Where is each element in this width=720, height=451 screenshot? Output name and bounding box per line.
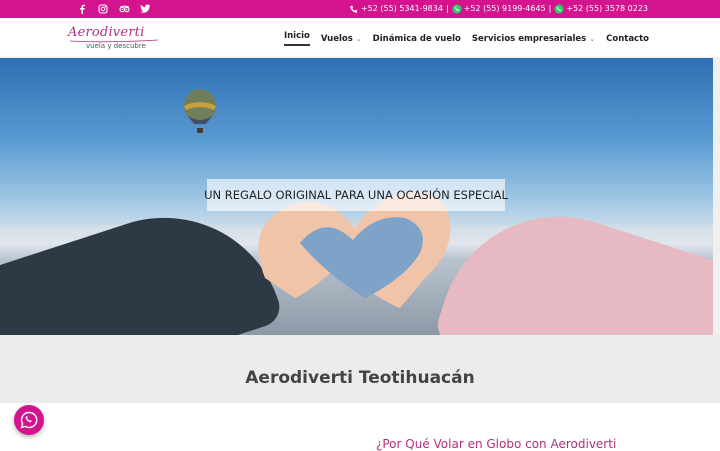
nav-item-inicio[interactable]: Inicio: [283, 31, 310, 46]
twitter-icon[interactable]: [139, 3, 151, 15]
phone-separator: |: [548, 4, 552, 13]
whatsapp-icon: [452, 4, 462, 14]
phone-3[interactable]: +52 (55) 3578 0223: [566, 3, 648, 15]
nav-item-dinamica[interactable]: Dinámica de vuelo: [373, 31, 461, 46]
phone-icon: [349, 4, 359, 14]
hero-caption: UN REGALO ORIGINAL PARA UNA OCASIÓN ESPE…: [204, 179, 508, 211]
logo-script: Aerodiverti: [68, 25, 145, 40]
nav-menu: Inicio Vuelos ⌄ Dinámica de vuelo Servic…: [283, 31, 649, 46]
facebook-icon[interactable]: [76, 3, 88, 15]
chevron-down-icon: ⌄: [355, 34, 362, 43]
nav-item-label: Vuelos: [320, 33, 353, 44]
tripadvisor-icon[interactable]: [118, 3, 130, 15]
title-band: Aerodiverti Teotihuacán: [0, 335, 720, 403]
phone-separator: |: [445, 4, 449, 13]
chevron-down-icon: ⌄: [589, 34, 596, 43]
social-links: [76, 3, 151, 15]
site-logo[interactable]: Aerodiverti vuela y descubre: [68, 25, 160, 53]
hero-banner: UN REGALO ORIGINAL PARA UNA OCASIÓN ESPE…: [0, 58, 713, 335]
nav-item-label: Contacto: [606, 33, 649, 44]
phone-1[interactable]: +52 (55) 5341-9834: [361, 3, 443, 15]
nav-item-contacto[interactable]: Contacto: [606, 31, 649, 46]
whatsapp-icon: [554, 4, 564, 14]
top-bar: +52 (55) 5341-9834 | +52 (55) 9199-4645 …: [0, 0, 720, 18]
phone-2[interactable]: +52 (55) 9199-4645: [464, 3, 546, 15]
whatsapp-chat-button[interactable]: [14, 405, 44, 435]
hero-edge: [713, 58, 720, 335]
nav-item-servicios[interactable]: Servicios empresariales ⌄: [472, 31, 595, 46]
nav-item-vuelos[interactable]: Vuelos ⌄: [321, 31, 362, 46]
nav-item-label: Inicio: [283, 31, 310, 41]
nav-item-label: Servicios empresariales: [471, 33, 587, 44]
hot-air-balloon-image: [184, 89, 216, 133]
nav-item-label: Dinámica de vuelo: [372, 33, 461, 44]
why-fly-heading: ¿Por Qué Volar en Globo con Aerodiverti: [376, 437, 617, 451]
section-title: Aerodiverti Teotihuacán: [245, 368, 475, 388]
phone-numbers: +52 (55) 5341-9834 | +52 (55) 9199-4645 …: [349, 3, 648, 15]
main-navbar: Aerodiverti vuela y descubre Inicio Vuel…: [0, 18, 720, 58]
logo-tagline: vuela y descubre: [86, 42, 146, 50]
whatsapp-icon: [20, 411, 38, 429]
instagram-icon[interactable]: [97, 3, 109, 15]
